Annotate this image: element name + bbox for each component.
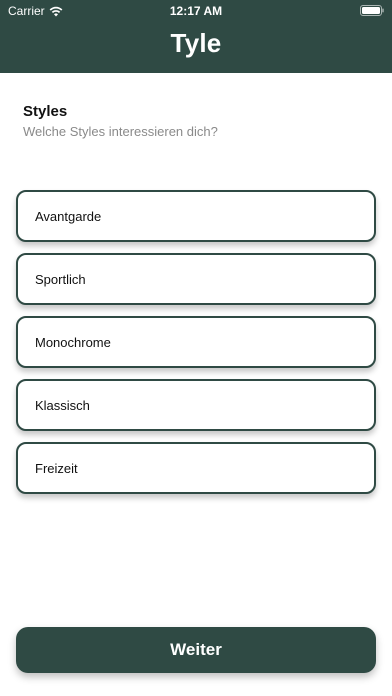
section-subtitle: Welche Styles interessieren dich? <box>23 124 218 139</box>
status-bar: Carrier 12:17 AM <box>0 0 392 20</box>
style-option-klassisch[interactable]: Klassisch <box>16 379 376 431</box>
header: Carrier 12:17 AM Tyle <box>0 0 392 73</box>
style-option-label: Monochrome <box>35 334 111 350</box>
style-option-label: Freizeit <box>35 460 78 476</box>
style-option-sportlich[interactable]: Sportlich <box>16 253 376 305</box>
status-time: 12:17 AM <box>169 4 223 18</box>
next-button[interactable]: Weiter <box>16 627 376 673</box>
screen: Carrier 12:17 AM Tyle Styles Welche Styl… <box>0 0 392 696</box>
app-title: Tyle <box>170 28 222 58</box>
style-option-avantgarde[interactable]: Avantgarde <box>16 190 376 242</box>
style-option-label: Avantgarde <box>35 208 102 224</box>
style-option-freizeit[interactable]: Freizeit <box>16 442 376 494</box>
battery-icon <box>360 5 384 16</box>
style-option-label: Klassisch <box>35 397 90 413</box>
section-title: Styles <box>23 103 68 120</box>
style-options-list: Avantgarde Sportlich Monochrome Klassisc… <box>16 190 376 505</box>
style-option-label: Sportlich <box>35 271 86 287</box>
style-option-monochrome[interactable]: Monochrome <box>16 316 376 368</box>
